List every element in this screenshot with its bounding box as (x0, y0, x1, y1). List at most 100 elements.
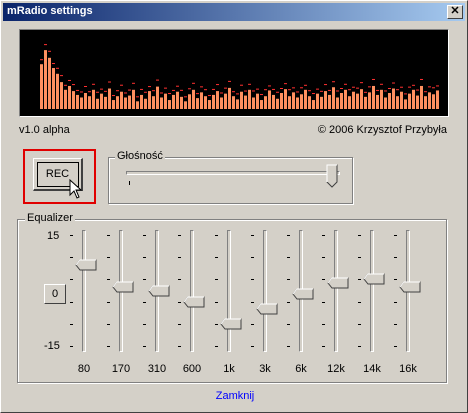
eq-band-label: 6k (295, 363, 307, 375)
spectrum-bar (284, 89, 287, 109)
eq-slider-thumb[interactable] (148, 285, 170, 297)
spectrum-peak (92, 83, 95, 85)
eq-tick (251, 302, 254, 303)
eq-band-label: 3k (259, 363, 271, 375)
spectrum-peak (408, 86, 411, 88)
eq-tick (251, 235, 254, 236)
spectrum-bar (384, 97, 387, 109)
eq-slider-track[interactable] (227, 230, 231, 352)
spectrum-peak (200, 86, 203, 88)
eq-slider-track[interactable] (334, 230, 338, 352)
spectrum-bar (72, 91, 75, 109)
spectrum-peak (40, 59, 43, 61)
eq-tick (107, 257, 110, 258)
eq-tick (143, 302, 146, 303)
spectrum-bar (380, 89, 383, 109)
eq-tick (70, 235, 73, 236)
spectrum-bar (96, 98, 99, 109)
spectrum-bar (76, 94, 79, 109)
spectrum-peak (332, 81, 335, 83)
spectrum-peak (164, 87, 167, 89)
eq-slider-thumb[interactable] (183, 296, 205, 308)
eq-tick (107, 302, 110, 303)
eq-tick (215, 324, 218, 325)
spectrum-peak (68, 79, 71, 81)
spectrum-peak (124, 92, 127, 94)
version-label: v1.0 alpha (19, 124, 70, 136)
spectrum-bar (108, 88, 111, 109)
spectrum-peak (192, 82, 195, 84)
spectrum-peak (252, 90, 255, 92)
spectrum-peak (428, 86, 431, 88)
spectrum-peak (224, 87, 227, 89)
spectrum-bar (60, 82, 63, 109)
spectrum-bar (324, 91, 327, 109)
spectrum-peak (372, 78, 375, 80)
mouse-cursor-icon (69, 179, 83, 199)
spectrum-peak (384, 90, 387, 92)
eq-slider-track[interactable] (82, 230, 86, 352)
spectrum-bar (64, 89, 67, 109)
spectrum-peak (44, 44, 47, 46)
eq-slider-thumb[interactable] (292, 288, 314, 300)
spectrum-peak (292, 87, 295, 89)
spectrum-bar (400, 91, 403, 109)
spectrum-bar (248, 89, 251, 109)
spectrum-peak (88, 91, 91, 93)
eq-reset-button[interactable]: 0 (44, 284, 66, 304)
spectrum-bar (44, 50, 47, 109)
spectrum-bar (68, 85, 71, 109)
spectrum-bar (276, 98, 279, 109)
eq-slider-track[interactable] (190, 230, 194, 352)
eq-slider-track[interactable] (370, 230, 374, 352)
spectrum-bar (132, 89, 135, 109)
spectrum-bar (420, 85, 423, 109)
eq-tick (70, 346, 73, 347)
eq-slider-thumb[interactable] (363, 273, 385, 285)
spectrum-peak (344, 83, 347, 85)
spectrum-peak (340, 88, 343, 89)
eq-slider-thumb[interactable] (256, 303, 278, 315)
eq-band-label: 170 (111, 363, 131, 375)
spectrum-peak (348, 89, 351, 91)
spectrum-bar (148, 91, 151, 109)
spectrum-peak (324, 84, 327, 86)
spectrum-bar (120, 91, 123, 109)
volume-slider-track[interactable] (126, 171, 340, 175)
spectrum-bar (332, 87, 335, 109)
spectrum-peak (148, 86, 151, 88)
volume-label: Głośność (115, 150, 165, 162)
spectrum-peak (188, 88, 191, 90)
spectrum-peak (308, 90, 311, 92)
spectrum-bar (80, 97, 83, 109)
spectrum-peak (248, 83, 251, 85)
spectrum-bar (116, 96, 119, 109)
eq-slider-thumb[interactable] (327, 277, 349, 289)
spectrum-bar (40, 64, 43, 109)
spectrum-peak (96, 91, 99, 93)
eq-tick (215, 279, 218, 280)
spectrum-bar (152, 96, 155, 109)
eq-tick (287, 257, 290, 258)
spectrum-peak (116, 90, 119, 92)
spectrum-peak (232, 91, 235, 93)
spectrum-bar (84, 93, 87, 109)
spectrum-bar (272, 94, 275, 109)
close-link[interactable]: Zamknij (1, 390, 468, 402)
eq-slider-thumb[interactable] (75, 259, 97, 271)
spectrum-peak (172, 89, 175, 91)
spectrum-peak (196, 93, 199, 95)
volume-slider-thumb[interactable] (326, 164, 338, 188)
eq-band-label: 12k (327, 363, 345, 375)
spectrum-peak (256, 88, 259, 90)
spectrum-peak (300, 87, 303, 89)
eq-slider-thumb[interactable] (112, 281, 134, 293)
eq-slider-track[interactable] (263, 230, 267, 352)
spectrum-peak (76, 89, 79, 91)
spectrum-peak (144, 91, 147, 93)
spectrum-bar (216, 91, 219, 109)
eq-slider-thumb[interactable] (220, 318, 242, 330)
close-button[interactable]: ✕ (447, 5, 463, 19)
eq-slider-thumb[interactable] (399, 281, 421, 293)
spectrum-bar (344, 89, 347, 109)
